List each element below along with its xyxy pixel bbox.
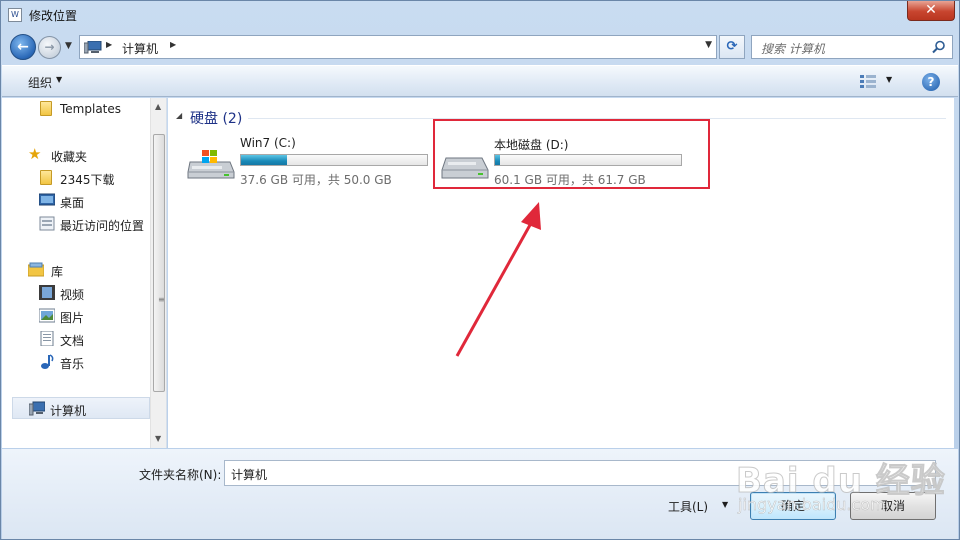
sidebar-item-label: 收藏夹 — [51, 150, 88, 164]
sidebar-item-label: 计算机 — [50, 404, 87, 418]
drive-name: Win7 (C:) — [240, 136, 296, 150]
sidebar-item-label: 最近访问的位置 — [60, 219, 145, 233]
back-button[interactable]: ← — [10, 34, 36, 60]
ok-button[interactable]: 确定 — [750, 492, 836, 520]
breadcrumb-separator-icon[interactable]: ▶ — [106, 40, 112, 49]
breadcrumb-separator-icon[interactable]: ▶ — [170, 40, 176, 49]
address-dropdown-icon[interactable]: ▼ — [705, 40, 712, 50]
app-icon: W — [8, 8, 22, 22]
close-button[interactable]: ✕ — [907, 1, 955, 21]
sidebar-item-favorites[interactable]: ★ 收藏夹 — [2, 144, 150, 166]
history-dropdown-icon[interactable]: ▼ — [65, 41, 72, 51]
video-icon — [39, 285, 55, 300]
sidebar-item-recent-places[interactable]: 最近访问的位置 — [2, 213, 150, 235]
search-box[interactable]: 搜索 计算机 — [751, 35, 953, 59]
chevron-down-icon[interactable]: ▼ — [56, 75, 62, 84]
sidebar-item-documents[interactable]: 文档 — [2, 328, 150, 350]
window-title: 修改位置 — [29, 9, 78, 23]
sidebar-item-desktop[interactable]: 桌面 — [2, 190, 150, 212]
navigation-pane: Templates ★ 收藏夹 2345下载 桌面 最近访问的位置 库 视频 图… — [2, 98, 167, 448]
navigation-bar: ← → ▼ ▶ 计算机 ▶ ▼ ⟳ 搜索 计算机 — [1, 31, 959, 63]
sidebar-item-music[interactable]: 音乐 — [2, 351, 150, 373]
windows-drive-icon — [187, 150, 235, 179]
dialog-window: W 修改位置 ✕ ← → ▼ ▶ 计算机 ▶ ▼ ⟳ 搜索 计算机 组织 ▼ ▼… — [0, 0, 960, 540]
picture-icon — [39, 308, 55, 323]
drive-usage-fill — [241, 155, 288, 165]
grip-icon: ≡ — [158, 295, 165, 304]
drive-item-c[interactable]: Win7 (C:) 37.6 GB 可用，共 50.0 GB — [186, 134, 436, 194]
group-title: 硬盘 (2) — [190, 111, 243, 127]
annotation-arrow-icon — [455, 202, 541, 357]
sidebar-item-pictures[interactable]: 图片 — [2, 305, 150, 327]
help-icon[interactable]: ? — [922, 73, 940, 91]
sidebar-item-2345-downloads[interactable]: 2345下载 — [2, 167, 150, 189]
sidebar-item-label: 文档 — [60, 334, 85, 348]
command-bar: 组织 ▼ ▼ ? — [2, 65, 958, 97]
scroll-down-icon[interactable]: ▼ — [155, 434, 161, 443]
sidebar-item-label: 2345下载 — [60, 173, 115, 187]
star-icon: ★ — [28, 145, 42, 163]
annotation-highlight-box — [433, 119, 710, 189]
refresh-button[interactable]: ⟳ — [719, 35, 745, 59]
sidebar-item-computer[interactable]: 计算机 — [12, 397, 150, 419]
tools-button[interactable]: 工具(L) — [668, 498, 708, 515]
scrollbar-thumb[interactable]: ≡ — [153, 134, 165, 392]
sidebar-item-label: 音乐 — [60, 357, 85, 371]
drive-free-space: 37.6 GB 可用，共 50.0 GB — [240, 173, 392, 187]
sidebar-item-label: 桌面 — [60, 196, 85, 210]
library-icon — [28, 262, 44, 277]
cancel-button[interactable]: 取消 — [850, 492, 936, 520]
view-options-icon[interactable] — [860, 75, 876, 89]
sidebar-item-videos[interactable]: 视频 — [2, 282, 150, 304]
sidebar-item-libraries[interactable]: 库 — [2, 259, 150, 281]
folder-name-label: 文件夹名称(N): — [139, 468, 222, 482]
desktop-icon — [39, 193, 55, 206]
sidebar-item-label: 库 — [51, 265, 64, 279]
recent-places-icon — [39, 216, 55, 231]
sidebar-scrollbar[interactable]: ▲ ≡ ▼ — [150, 98, 166, 448]
folder-icon — [40, 101, 52, 116]
folder-name-field[interactable]: 计算机 — [224, 460, 936, 486]
document-icon — [40, 331, 54, 346]
search-input[interactable]: 搜索 计算机 — [761, 40, 825, 57]
view-dropdown-icon[interactable]: ▼ — [886, 75, 892, 84]
organize-button[interactable]: 组织 — [28, 74, 52, 91]
computer-icon — [29, 401, 45, 416]
tools-dropdown-icon[interactable]: ▼ — [722, 500, 728, 509]
search-icon[interactable] — [932, 40, 946, 54]
sidebar-item-label: Templates — [60, 102, 122, 116]
folder-icon — [40, 170, 52, 185]
address-bar[interactable]: ▶ 计算机 ▶ ▼ — [79, 35, 717, 59]
dialog-footer: 文件夹名称(N): 计算机 工具(L) ▼ 确定 取消 — [2, 449, 958, 539]
sidebar-item-templates[interactable]: Templates — [2, 98, 150, 120]
title-bar[interactable]: W 修改位置 ✕ — [1, 1, 959, 29]
breadcrumb-computer[interactable]: 计算机 — [122, 40, 158, 57]
sidebar-item-label: 图片 — [60, 311, 85, 325]
drive-usage-bar — [240, 154, 428, 166]
sidebar-item-label: 视频 — [60, 288, 85, 302]
music-icon — [41, 354, 54, 369]
forward-button[interactable]: → — [38, 36, 61, 59]
computer-icon — [84, 41, 102, 54]
scroll-up-icon[interactable]: ▲ — [155, 102, 161, 111]
collapse-icon[interactable]: ◢ — [176, 111, 182, 120]
